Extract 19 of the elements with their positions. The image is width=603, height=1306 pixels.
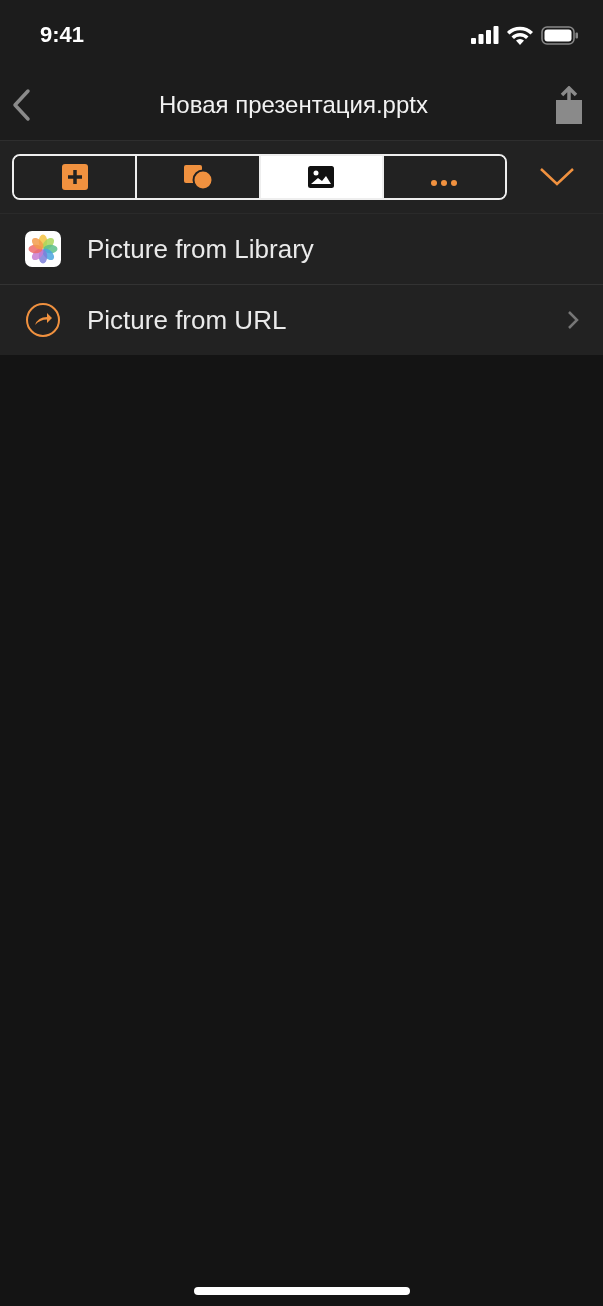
shapes-icon	[182, 164, 213, 190]
status-time: 9:41	[40, 22, 85, 48]
wifi-icon	[507, 25, 533, 45]
document-title: Новая презентация.pptx	[159, 91, 428, 119]
menu-item[interactable]: Picture from URL	[0, 284, 603, 355]
photos-icon	[25, 231, 61, 267]
battery-icon	[541, 25, 579, 45]
arrow-circle-icon	[25, 302, 61, 338]
signal-icon	[471, 26, 499, 44]
segmented-control[interactable]	[12, 154, 507, 200]
share-button[interactable]	[555, 86, 583, 124]
menu-item[interactable]: Picture from Library	[0, 214, 603, 284]
picture-tab[interactable]	[258, 156, 382, 198]
plus-square-icon	[61, 164, 88, 190]
image-icon	[308, 166, 335, 188]
more-tab[interactable]	[381, 156, 505, 198]
more-icon	[430, 179, 459, 187]
chevron-right-icon	[567, 310, 579, 330]
back-button[interactable]	[10, 88, 32, 122]
